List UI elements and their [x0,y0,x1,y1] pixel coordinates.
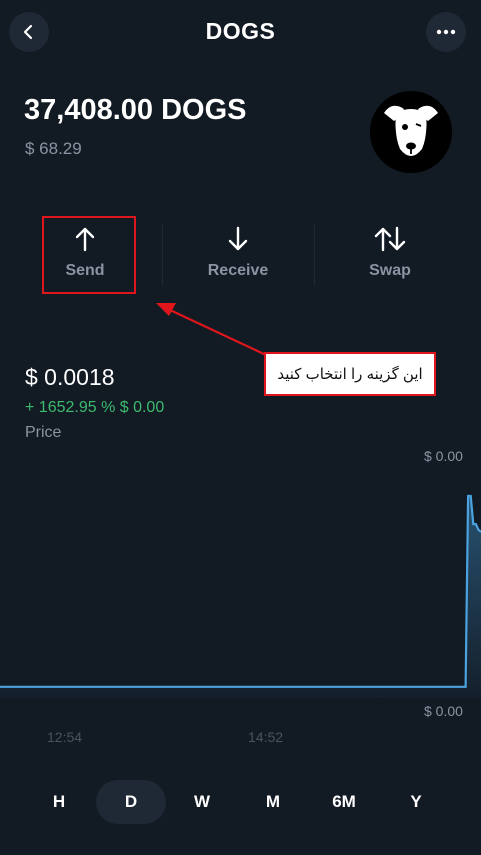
price-chart [0,494,481,698]
period-h[interactable]: H [24,780,94,824]
y-tick-label: $ 0.00 [424,703,463,719]
annotation-note: این گزینه را انتخاب کنید [264,352,436,396]
y-tick-label: $ 0.00 [424,448,463,464]
price-change: + 1652.95 % $ 0.00 [25,399,165,416]
chart-area [0,496,481,698]
x-tick-label: 12:54 [47,729,83,745]
token-detail-screen: DOGS 37,408.00 DOGS $ 68.29 Send Receive… [0,0,481,855]
token-price: $ 0.0018 [25,364,115,390]
period-w[interactable]: W [167,780,237,824]
period-m[interactable]: M [238,780,308,824]
chart-line [0,494,481,688]
x-tick-label: 14:52 [248,729,284,745]
period-6m[interactable]: 6M [309,780,379,824]
period-y[interactable]: Y [381,780,451,824]
period-d[interactable]: D [96,780,166,824]
